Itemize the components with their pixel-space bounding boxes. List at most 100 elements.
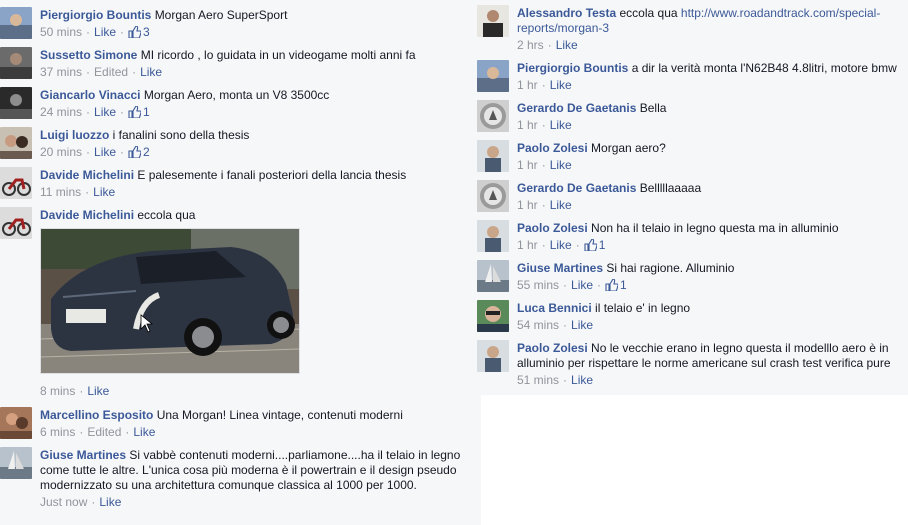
avatar[interactable] [477,100,509,132]
comment-text: eccola qua [619,6,678,20]
comment-timestamp[interactable]: 55 mins [517,278,559,292]
like-count[interactable]: 1 [599,238,606,252]
comment-timestamp[interactable]: 37 mins [40,65,82,79]
comment-author[interactable]: Gerardo De Gaetanis [517,101,636,115]
comment-text: Una Morgan! Linea vintage, contenuti mod… [156,408,403,422]
like-count[interactable]: 3 [143,25,150,39]
like-link[interactable]: Like [99,495,121,509]
comment-text: Morgan Aero SuperSport [154,8,288,22]
like-link[interactable]: Like [133,425,155,439]
like-count[interactable]: 1 [143,105,150,119]
like-link[interactable]: Like [93,185,115,199]
comment: Alessandro Testa eccola qua http://www.r… [477,0,908,55]
avatar[interactable] [477,220,509,252]
comment-meta: Just now · Like [40,495,122,509]
avatar[interactable] [477,60,509,92]
comment-author[interactable]: Luca Bennici [517,301,592,315]
comment-timestamp[interactable]: 20 mins [40,145,82,159]
like-link[interactable]: Like [550,158,572,172]
like-link[interactable]: Like [94,25,116,39]
comment-author[interactable]: Piergiorgio Bountis [517,61,628,75]
comment-author[interactable]: Sussetto Simone [40,48,137,62]
like-link[interactable]: Like [571,318,593,332]
avatar[interactable] [0,127,32,159]
like-link[interactable]: Like [571,373,593,387]
avatar[interactable] [0,167,32,199]
avatar[interactable] [477,5,509,37]
comment: Gerardo De Gaetanis Belllllaaaaa 1 hr · Li… [477,175,908,215]
comment-timestamp[interactable]: 2 hrs [517,38,544,52]
edited-label[interactable]: Edited [94,65,128,79]
comment-text: Si hai ragione. Alluminio [606,261,735,275]
comment: Giuse Martines Si vabbè contenuti modern… [0,442,481,525]
like-link[interactable]: Like [556,38,578,52]
comment-author[interactable]: Paolo Zolesi [517,221,588,235]
comment: Paolo Zolesi Non ha il telaio in legno q… [477,215,908,255]
avatar[interactable] [0,207,32,239]
comment-timestamp[interactable]: 50 mins [40,25,82,39]
comment-author[interactable]: Paolo Zolesi [517,141,588,155]
like-link[interactable]: Like [550,118,572,132]
comment-timestamp[interactable]: 54 mins [517,318,559,332]
comment-text: Bella [639,101,667,115]
comment-timestamp[interactable]: 51 mins [517,373,559,387]
comment-timestamp[interactable]: 6 mins [40,425,75,439]
like-link[interactable]: Like [550,238,572,252]
comment-author[interactable]: Alessandro Testa [517,6,616,20]
comment-timestamp[interactable]: Just now [40,495,87,509]
comment-text: Belllllaaaaa [639,181,702,195]
comment-author[interactable]: Giuse Martines [40,448,126,462]
comment-author[interactable]: Giuse Martines [517,261,603,275]
comment: Sussetto Simone MI ricordo , lo guidata … [0,42,481,82]
like-link[interactable]: Like [140,65,162,79]
comment-text: Morgan aero? [591,141,666,155]
avatar[interactable] [477,340,509,372]
comment-text: eccola qua [137,208,196,222]
comment-author[interactable]: Davide Michelini [40,208,134,222]
avatar[interactable] [0,407,32,439]
comment-author[interactable]: Gerardo De Gaetanis [517,181,636,195]
comment-timestamp[interactable]: 8 mins [40,384,75,398]
like-link[interactable]: Like [94,145,116,159]
comment-timestamp[interactable]: 1 hr [517,198,538,212]
comment-meta: 2 hrs · Like [517,38,578,52]
comment-meta: 8 mins · Like [40,384,110,398]
comment-timestamp[interactable]: 1 hr [517,158,538,172]
avatar[interactable] [477,300,509,332]
like-link[interactable]: Like [571,278,593,292]
comment: Giancarlo Vinacci Morgan Aero, monta un … [0,82,481,122]
avatar[interactable] [477,260,509,292]
comment: Giuse Martines Si hai ragione. Alluminio… [477,255,908,295]
comment-meta: 24 mins · Like · 1 [40,105,473,122]
like-count[interactable]: 1 [620,278,627,292]
like-count[interactable]: 2 [143,145,150,159]
edited-label[interactable]: Edited [87,425,121,439]
avatar[interactable] [0,447,32,479]
comment-author[interactable]: Piergiorgio Bountis [40,8,151,22]
comment-text: Non ha il telaio in legno questa ma in a… [591,221,839,235]
comment: Paolo Zolesi Morgan aero? 1 hr · Like [477,135,908,175]
comment-author[interactable]: Paolo Zolesi [517,341,588,355]
avatar[interactable] [0,87,32,119]
comment-timestamp[interactable]: 11 mins [40,185,81,199]
avatar[interactable] [477,180,509,212]
avatar[interactable] [477,140,509,172]
comment-timestamp[interactable]: 1 hr [517,238,538,252]
like-link[interactable]: Like [87,384,109,398]
comment: Gerardo De Gaetanis Bella 1 hr · Like [477,95,908,135]
avatar[interactable] [0,7,32,39]
comment-timestamp[interactable]: 1 hr [517,118,538,132]
comment-author[interactable]: Marcellino Esposito [40,408,153,422]
comment-timestamp[interactable]: 24 mins [40,105,82,119]
avatar[interactable] [0,47,32,79]
comment-text: i fanalini sono della thesis [112,128,250,142]
comment-meta: 1 hr · Like [517,78,572,92]
comment-author[interactable]: Giancarlo Vinacci [40,88,141,102]
attached-car-photo[interactable] [40,228,300,374]
like-link[interactable]: Like [94,105,116,119]
like-link[interactable]: Like [550,78,572,92]
comment-author[interactable]: Luigi luozzo [40,128,109,142]
comment-author[interactable]: Davide Michelini [40,168,134,182]
like-link[interactable]: Like [550,198,572,212]
comment-timestamp[interactable]: 1 hr [517,78,538,92]
